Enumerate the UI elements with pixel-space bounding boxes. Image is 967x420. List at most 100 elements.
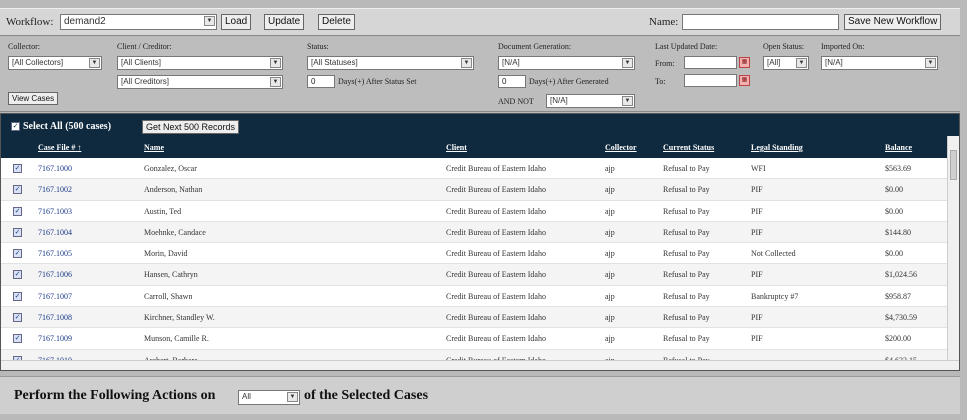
table-row[interactable]: ✓ 7167.1002 Anderson, Nathan Credit Bureau … xyxy=(1,179,947,201)
cell-status: Refusal to Pay xyxy=(663,313,710,323)
cell-balance: $0.00 xyxy=(885,185,903,195)
cell-client: Credit Bureau of Eastern Idaho xyxy=(446,334,546,344)
cell-case[interactable]: 7167.1002 xyxy=(38,185,72,194)
row-checkbox[interactable]: ✓ xyxy=(13,270,22,280)
row-checkbox[interactable]: ✓ xyxy=(13,334,22,344)
cell-case[interactable]: 7167.1009 xyxy=(38,334,72,343)
column-header-name[interactable]: Name xyxy=(144,143,164,152)
row-checkbox[interactable]: ✓ xyxy=(13,227,22,237)
action-scope-select[interactable]: All ▼ xyxy=(238,390,300,405)
workflow-name-input[interactable] xyxy=(682,14,839,30)
cell-legal: WFI xyxy=(751,164,766,173)
client-creditor-label: Client / Creditor: xyxy=(117,42,172,51)
to-date-input[interactable] xyxy=(684,74,737,87)
calendar-icon[interactable]: ▦ xyxy=(739,57,750,68)
column-header-client[interactable]: Client xyxy=(446,143,467,152)
from-label: From: xyxy=(655,59,675,68)
cell-balance: $0.00 xyxy=(885,249,903,259)
cell-status: Refusal to Pay xyxy=(663,206,710,216)
creditors-select[interactable]: [All Creditors] ▼ xyxy=(117,75,283,89)
column-header-balance[interactable]: Balance xyxy=(885,143,912,152)
cell-balance: $1,024.56 xyxy=(885,270,917,280)
get-next-records-button[interactable]: Get Next 500 Records xyxy=(142,120,240,134)
update-button[interactable]: Update xyxy=(264,14,305,30)
table-row[interactable]: ✓ 7167.1005 Morin, David Credit Bureau of E… xyxy=(1,243,947,265)
cell-case[interactable]: 7167.1007 xyxy=(38,292,72,301)
last-updated-label: Last Updated Date: xyxy=(655,42,718,51)
cell-case[interactable]: 7167.1005 xyxy=(38,249,72,258)
status-label: Status: xyxy=(307,42,329,51)
save-new-workflow-button[interactable]: Save New Workflow xyxy=(844,14,942,30)
sort-arrow-icon: ↑ xyxy=(77,143,82,152)
chevron-down-icon: ▼ xyxy=(925,58,936,68)
cell-collector: ajp xyxy=(605,185,615,195)
cell-collector: ajp xyxy=(605,206,615,216)
column-header-current-status[interactable]: Current Status xyxy=(663,143,714,152)
cell-client: Credit Bureau of Eastern Idaho xyxy=(446,227,546,237)
table-row[interactable]: ✓ 7167.1004 Moehnke, Candace Credit Bureau … xyxy=(1,221,947,244)
clients-select[interactable]: [All Clients] ▼ xyxy=(117,56,283,70)
document-generation-select[interactable]: [N/A] ▼ xyxy=(498,56,635,70)
cell-legal: PIF xyxy=(751,334,763,344)
view-cases-button[interactable]: View Cases xyxy=(8,92,59,105)
column-header-case-file[interactable]: Case File # ↑ xyxy=(38,143,81,152)
cell-client: Credit Bureau of Eastern Idaho xyxy=(446,249,546,259)
generated-days-input[interactable]: 0 xyxy=(498,75,526,88)
workflow-select[interactable]: demand2 ▼ xyxy=(60,14,217,30)
table-row[interactable]: ✓ 7167.1008 Kirchner, Standley W. Credit Bu… xyxy=(1,307,947,329)
from-date-input[interactable] xyxy=(684,56,737,69)
table-row[interactable]: ✓ 7167.1000 Gonzalez, Oscar Credit Bureau o… xyxy=(1,158,947,180)
cell-case[interactable]: 7167.1008 xyxy=(38,313,72,322)
cell-status: Refusal to Pay xyxy=(663,249,710,259)
row-checkbox[interactable]: ✓ xyxy=(13,291,22,301)
cell-case[interactable]: 7167.1003 xyxy=(38,207,72,216)
column-header-collector[interactable]: Collector xyxy=(605,143,637,152)
cell-client: Credit Bureau of Eastern Idaho xyxy=(446,313,546,323)
table-row[interactable]: ✓ 7167.1007 Carroll, Shawn Credit Bureau of… xyxy=(1,285,947,308)
horizontal-scrollbar[interactable] xyxy=(1,360,959,370)
cell-balance: $958.87 xyxy=(885,291,911,301)
cell-client: Credit Bureau of Eastern Idaho xyxy=(446,291,546,301)
select-all-checkbox[interactable]: ✓ xyxy=(11,122,20,131)
cell-collector: ajp xyxy=(605,291,615,301)
table-row[interactable]: ✓ 7167.1006 Hansen, Cathryn Credit Bureau o… xyxy=(1,264,947,286)
row-checkbox[interactable]: ✓ xyxy=(13,249,22,259)
open-status-label: Open Status: xyxy=(763,42,805,51)
and-not-label: AND NOT xyxy=(498,97,534,106)
document-generation-label: Document Generation: xyxy=(498,42,572,51)
row-checkbox[interactable]: ✓ xyxy=(13,206,22,216)
cell-balance: $0.00 xyxy=(885,206,903,216)
row-checkbox[interactable]: ✓ xyxy=(13,185,22,195)
status-select[interactable]: [All Statuses] ▼ xyxy=(307,56,474,70)
cell-status: Refusal to Pay xyxy=(663,334,710,344)
workflow-label: Workflow: xyxy=(6,16,54,28)
cell-case[interactable]: 7167.1000 xyxy=(38,164,72,173)
cell-case[interactable]: 7167.1004 xyxy=(38,228,72,237)
collector-select[interactable]: [All Collectors] ▼ xyxy=(8,56,102,70)
actions-prefix: Perform the Following Actions on xyxy=(14,388,216,403)
and-not-select[interactable]: [N/A] ▼ xyxy=(546,94,635,108)
row-checkbox[interactable]: ✓ xyxy=(13,164,22,173)
table-row[interactable]: ✓ 7167.1003 Austin, Ted Credit Bureau of Ea… xyxy=(1,200,947,222)
cell-status: Refusal to Pay xyxy=(663,227,710,237)
cell-status: Refusal to Pay xyxy=(663,270,710,280)
cell-case[interactable]: 7167.1006 xyxy=(38,270,72,279)
cell-client: Credit Bureau of Eastern Idaho xyxy=(446,270,546,280)
cell-name: Munson, Camille R. xyxy=(144,334,209,344)
scroll-thumb[interactable] xyxy=(950,150,957,180)
cell-client: Credit Bureau of Eastern Idaho xyxy=(446,164,546,173)
table-row[interactable]: ✓ 7167.1009 Munson, Camille R. Credit Burea… xyxy=(1,328,947,350)
cell-name: Moehnke, Candace xyxy=(144,227,206,237)
status-days-input[interactable]: 0 xyxy=(307,75,335,88)
row-checkbox[interactable]: ✓ xyxy=(13,313,22,323)
column-header-case-file-label: Case File # xyxy=(38,143,76,152)
calendar-icon[interactable]: ▦ xyxy=(739,75,750,86)
cell-legal: Bankruptcy #7 xyxy=(751,291,799,301)
open-status-select[interactable]: [All] ▼ xyxy=(763,56,809,70)
cell-status: Refusal to Pay xyxy=(663,291,710,301)
imported-on-select[interactable]: [N/A] ▼ xyxy=(821,56,938,70)
load-button[interactable]: Load xyxy=(221,14,252,30)
vertical-scrollbar[interactable] xyxy=(947,136,959,362)
column-header-legal-standing[interactable]: Legal Standing xyxy=(751,143,803,152)
delete-button[interactable]: Delete xyxy=(318,14,355,30)
